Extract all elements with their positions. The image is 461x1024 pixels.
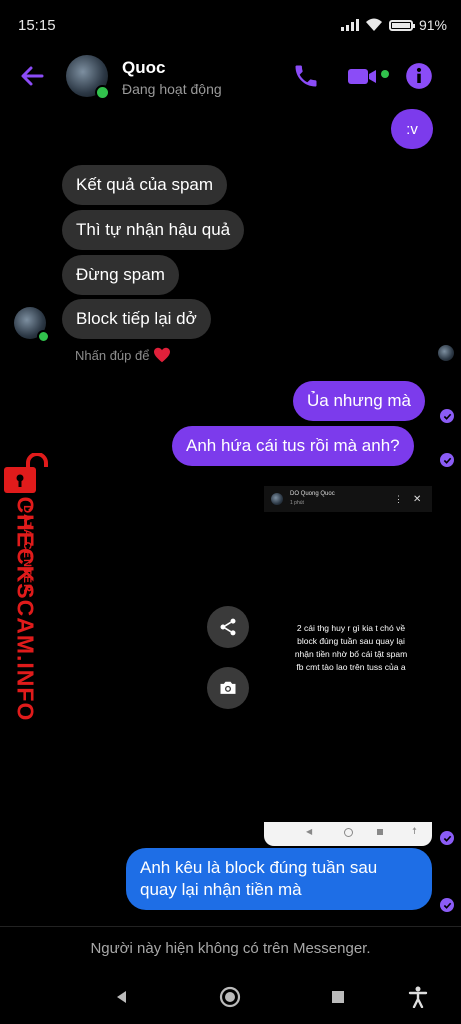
poster-time: 1 phút (290, 500, 304, 506)
message-in[interactable]: Block tiếp lại dở (62, 299, 211, 339)
sent-check-icon (440, 831, 454, 845)
online-indicator (95, 85, 110, 100)
close-icon: ✕ (413, 494, 422, 505)
reaction-hint: Nhấn đúp để (75, 347, 171, 363)
message-in[interactable]: Đừng spam (62, 255, 179, 295)
wifi-icon (365, 18, 382, 31)
message-out[interactable]: Anh hứa cái tus rồi mà anh? (172, 426, 414, 466)
poster-name: DO Quong Quoc (290, 491, 335, 497)
message-in[interactable]: Kết quả của spam (62, 165, 228, 205)
shared-image-text: 2 cái thg huy r gì kia t chó về block đú… (294, 623, 408, 672)
heart-icon (154, 347, 171, 363)
more-icon: ⋮ (394, 494, 403, 504)
unavailable-notice: Người này hiện không có trên Messenger. (90, 940, 371, 957)
signal-icon (340, 19, 359, 31)
shared-image-footer: ◀ ☨ (264, 822, 432, 846)
nav-home-button[interactable] (217, 984, 243, 1010)
nav-home-icon (344, 828, 353, 837)
share-icon (220, 618, 236, 636)
nav-back-icon (117, 991, 126, 1003)
camera-button[interactable] (207, 667, 249, 709)
message-out[interactable]: Anh kêu là block đúng tuần sau quay lại … (126, 848, 432, 910)
sent-check-icon (440, 898, 454, 912)
contact-name[interactable]: Quoc (122, 58, 165, 78)
phone-icon[interactable] (292, 62, 320, 90)
sent-check-icon (440, 453, 454, 467)
nav-recents-icon (332, 991, 344, 1003)
shared-image-header[interactable]: DO Quong Quoc 1 phút ⋮ ✕ (264, 486, 432, 512)
poster-avatar (271, 493, 283, 505)
info-icon[interactable] (405, 62, 433, 90)
message-in[interactable]: Thì tự nhận hậu quả (62, 210, 245, 250)
sent-check-icon (440, 409, 454, 423)
online-indicator (37, 330, 50, 343)
message-out[interactable]: Ủa nhưng mà (293, 381, 425, 421)
battery-percent: 91 (418, 17, 435, 33)
lock-icon (4, 453, 48, 493)
watermark-main: CHECKSCAM.INFO (12, 496, 39, 722)
nav-home-icon (219, 986, 241, 1008)
share-button[interactable] (207, 606, 249, 648)
status-icons: 91% (340, 17, 447, 33)
status-time: 15:15 (18, 17, 56, 34)
accessibility-icon: ☨ (412, 826, 417, 836)
battery-icon (388, 19, 415, 31)
message-out[interactable]: :v (391, 109, 433, 149)
contact-status: Đang hoạt động (122, 81, 222, 97)
back-arrow-icon[interactable] (18, 62, 46, 90)
nav-recent-icon (377, 829, 383, 835)
footer-divider (0, 926, 461, 927)
read-receipt-avatar (438, 345, 454, 361)
accessibility-icon (408, 986, 428, 1008)
camera-icon (220, 681, 236, 694)
nav-back-button[interactable] (109, 984, 135, 1010)
nav-back-icon: ◀ (306, 827, 313, 836)
video-icon[interactable] (347, 62, 381, 90)
accessibility-button[interactable] (405, 984, 431, 1010)
video-online-dot (381, 70, 389, 78)
nav-recents-button[interactable] (325, 984, 351, 1010)
